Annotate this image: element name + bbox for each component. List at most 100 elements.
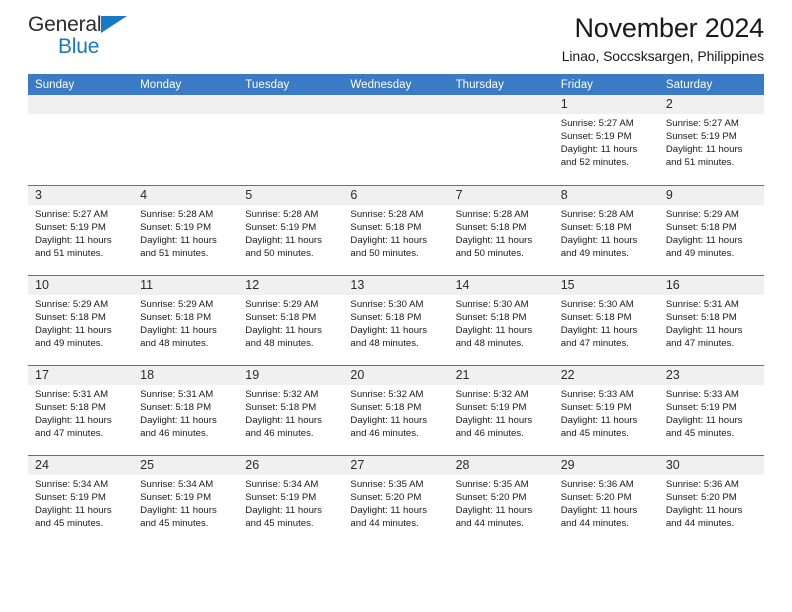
- calendar-day-cell[interactable]: 8 Sunrise: 5:28 AM Sunset: 5:18 PM Daylight…: [553, 184, 659, 275]
- triangle-mark-icon: [101, 16, 127, 33]
- sunset-text: Sunset: 5:18 PM: [665, 311, 737, 323]
- sunrise-text: Sunrise: 5:27 AM: [665, 118, 739, 129]
- day-info: Sunrise: 5:35 AM Sunset: 5:20 PM Daylight:…: [449, 475, 554, 530]
- daylight-text: Daylight: 11 hours and 51 minutes.: [35, 234, 112, 259]
- calendar-day-cell[interactable]: 9 Sunrise: 5:29 AM Sunset: 5:18 PM Daylight…: [658, 184, 764, 275]
- day-number: 20: [343, 365, 449, 385]
- sunset-text: Sunset: 5:18 PM: [245, 401, 317, 413]
- calendar-day-cell[interactable]: 3 Sunrise: 5:27 AM Sunset: 5:19 PM Daylight…: [28, 184, 134, 275]
- day-number: 3: [28, 185, 134, 205]
- calendar-day-cell[interactable]: 7 Sunrise: 5:28 AM Sunset: 5:18 PM Daylight…: [448, 184, 554, 275]
- calendar-week-row: 1 Sunrise: 5:27 AM Sunset: 5:19 PM Daylight…: [28, 95, 764, 185]
- sunset-text: Sunset: 5:19 PM: [455, 401, 527, 413]
- calendar-day-cell[interactable]: 2 Sunrise: 5:27 AM Sunset: 5:19 PM Daylight…: [658, 95, 764, 185]
- calendar-day-cell[interactable]: 29 Sunrise: 5:36 AM Sunset: 5:20 PM Dayligh…: [553, 454, 659, 545]
- day-info: Sunrise: 5:33 AM Sunset: 5:19 PM Daylight:…: [659, 385, 764, 440]
- calendar-day-cell[interactable]: 28 Sunrise: 5:35 AM Sunset: 5:20 PM Dayligh…: [448, 454, 554, 545]
- day-number: 24: [28, 455, 134, 475]
- day-info: Sunrise: 5:28 AM Sunset: 5:18 PM Daylight:…: [554, 205, 659, 260]
- calendar-day-cell[interactable]: 10 Sunrise: 5:29 AM Sunset: 5:18 PM Dayligh…: [28, 274, 134, 365]
- day-number: [448, 95, 554, 114]
- sunset-text: Sunset: 5:19 PM: [560, 401, 632, 413]
- day-info: Sunrise: 5:27 AM Sunset: 5:19 PM Daylight:…: [554, 114, 659, 169]
- weekday-header-row: Sunday Monday Tuesday Wednesday Thursday…: [28, 74, 764, 95]
- calendar-empty-cell: [133, 95, 239, 185]
- day-number: 29: [553, 455, 659, 475]
- calendar-day-cell[interactable]: 14 Sunrise: 5:30 AM Sunset: 5:18 PM Dayligh…: [448, 274, 554, 365]
- calendar-head: Sunday Monday Tuesday Wednesday Thursday…: [28, 74, 764, 95]
- calendar-day-cell[interactable]: 30 Sunrise: 5:36 AM Sunset: 5:20 PM Dayligh…: [658, 454, 764, 545]
- calendar-day-cell[interactable]: 20 Sunrise: 5:32 AM Sunset: 5:18 PM Dayligh…: [343, 364, 449, 455]
- day-info: Sunrise: 5:31 AM Sunset: 5:18 PM Daylight:…: [133, 385, 238, 440]
- day-number: 7: [448, 185, 554, 205]
- daylight-text: Daylight: 11 hours and 46 minutes.: [140, 414, 217, 439]
- sunset-text: Sunset: 5:18 PM: [350, 311, 422, 323]
- day-number: 18: [133, 365, 239, 385]
- general-blue-logo[interactable]: General Blue: [28, 10, 140, 58]
- calendar-day-cell[interactable]: 19 Sunrise: 5:32 AM Sunset: 5:18 PM Dayligh…: [238, 364, 344, 455]
- calendar-day-cell[interactable]: 13 Sunrise: 5:30 AM Sunset: 5:18 PM Dayligh…: [343, 274, 449, 365]
- sunrise-text: Sunrise: 5:33 AM: [665, 388, 739, 400]
- day-info: Sunrise: 5:30 AM Sunset: 5:18 PM Daylight:…: [554, 295, 659, 350]
- sunrise-text: Sunrise: 5:31 AM: [35, 388, 109, 400]
- calendar-day-cell[interactable]: 11 Sunrise: 5:29 AM Sunset: 5:18 PM Dayligh…: [133, 274, 239, 365]
- calendar-week-row: 24 Sunrise: 5:34 AM Sunset: 5:19 PM Dayligh…: [28, 454, 764, 545]
- day-info: Sunrise: 5:28 AM Sunset: 5:19 PM Daylight:…: [133, 205, 238, 260]
- sunset-text: Sunset: 5:18 PM: [35, 401, 106, 413]
- day-number: 27: [343, 455, 449, 475]
- calendar-day-cell[interactable]: 6 Sunrise: 5:28 AM Sunset: 5:18 PM Daylight…: [343, 184, 449, 275]
- sunrise-text: Sunrise: 5:27 AM: [35, 208, 109, 220]
- daylight-text: Daylight: 11 hours and 46 minutes.: [455, 414, 533, 439]
- daylight-text: Daylight: 11 hours and 45 minutes.: [245, 504, 322, 529]
- day-info: Sunrise: 5:27 AM Sunset: 5:19 PM Daylight:…: [28, 205, 133, 260]
- calendar-day-cell[interactable]: 22 Sunrise: 5:33 AM Sunset: 5:19 PM Dayligh…: [553, 364, 659, 455]
- day-info: Sunrise: 5:29 AM Sunset: 5:18 PM Daylight:…: [659, 205, 764, 260]
- daylight-text: Daylight: 11 hours and 50 minutes.: [245, 234, 322, 259]
- calendar-day-cell[interactable]: 16 Sunrise: 5:31 AM Sunset: 5:18 PM Dayligh…: [658, 274, 764, 365]
- day-number: [343, 95, 449, 114]
- sunset-text: Sunset: 5:20 PM: [455, 491, 527, 503]
- day-number: 4: [133, 185, 239, 205]
- calendar-day-cell[interactable]: 23 Sunrise: 5:33 AM Sunset: 5:19 PM Dayligh…: [658, 364, 764, 455]
- calendar-day-cell[interactable]: 24 Sunrise: 5:34 AM Sunset: 5:19 PM Dayligh…: [28, 454, 134, 545]
- calendar-day-cell[interactable]: 5 Sunrise: 5:28 AM Sunset: 5:19 PM Daylight…: [238, 184, 344, 275]
- day-info: Sunrise: 5:28 AM Sunset: 5:18 PM Daylight:…: [449, 205, 554, 260]
- day-number: 30: [658, 455, 764, 475]
- daylight-text: Daylight: 11 hours and 52 minutes.: [560, 144, 638, 169]
- daylight-text: Daylight: 11 hours and 48 minutes.: [455, 324, 533, 349]
- day-info: Sunrise: 5:30 AM Sunset: 5:18 PM Daylight:…: [343, 295, 448, 350]
- weekday-header-sunday: Sunday: [28, 74, 134, 95]
- day-number: 13: [343, 275, 449, 295]
- calendar-week-row: 10 Sunrise: 5:29 AM Sunset: 5:18 PM Dayligh…: [28, 274, 764, 365]
- daylight-text: Daylight: 11 hours and 45 minutes.: [140, 504, 217, 529]
- day-info: Sunrise: 5:35 AM Sunset: 5:20 PM Daylight:…: [343, 475, 448, 530]
- calendar-day-cell[interactable]: 15 Sunrise: 5:30 AM Sunset: 5:18 PM Dayligh…: [553, 274, 659, 365]
- sunrise-text: Sunrise: 5:31 AM: [140, 388, 214, 400]
- calendar-page: General Blue November 2024 Linao, Soccsk…: [0, 0, 792, 612]
- weekday-header-thursday: Thursday: [448, 74, 554, 95]
- calendar-day-cell[interactable]: 26 Sunrise: 5:34 AM Sunset: 5:19 PM Dayligh…: [238, 454, 344, 545]
- daylight-text: Daylight: 11 hours and 44 minutes.: [560, 504, 638, 529]
- calendar-day-cell[interactable]: 1 Sunrise: 5:27 AM Sunset: 5:19 PM Daylight…: [553, 95, 659, 185]
- sunrise-text: Sunrise: 5:36 AM: [560, 478, 634, 490]
- daylight-text: Daylight: 11 hours and 49 minutes.: [560, 234, 638, 259]
- sunset-text: Sunset: 5:20 PM: [350, 491, 422, 503]
- sunrise-text: Sunrise: 5:27 AM: [560, 118, 634, 129]
- daylight-text: Daylight: 11 hours and 44 minutes.: [455, 504, 533, 529]
- calendar-body: 1 Sunrise: 5:27 AM Sunset: 5:19 PM Daylight…: [28, 95, 764, 545]
- day-info: Sunrise: 5:33 AM Sunset: 5:19 PM Daylight:…: [554, 385, 659, 440]
- calendar-day-cell[interactable]: 25 Sunrise: 5:34 AM Sunset: 5:19 PM Dayligh…: [133, 454, 239, 545]
- calendar-day-cell[interactable]: 4 Sunrise: 5:28 AM Sunset: 5:19 PM Daylight…: [133, 184, 239, 275]
- sunrise-text: Sunrise: 5:30 AM: [560, 298, 634, 310]
- daylight-text: Daylight: 11 hours and 46 minutes.: [245, 414, 322, 439]
- calendar-day-cell[interactable]: 17 Sunrise: 5:31 AM Sunset: 5:18 PM Dayligh…: [28, 364, 134, 455]
- sunset-text: Sunset: 5:18 PM: [665, 221, 737, 233]
- calendar-empty-cell: [448, 95, 554, 185]
- day-info: Sunrise: 5:34 AM Sunset: 5:19 PM Daylight:…: [28, 475, 133, 530]
- calendar-day-cell[interactable]: 27 Sunrise: 5:35 AM Sunset: 5:20 PM Dayligh…: [343, 454, 449, 545]
- calendar-day-cell[interactable]: 12 Sunrise: 5:29 AM Sunset: 5:18 PM Dayligh…: [238, 274, 344, 365]
- daylight-text: Daylight: 11 hours and 50 minutes.: [350, 234, 428, 259]
- calendar-table: Sunday Monday Tuesday Wednesday Thursday…: [28, 74, 764, 545]
- calendar-day-cell[interactable]: 18 Sunrise: 5:31 AM Sunset: 5:18 PM Dayligh…: [133, 364, 239, 455]
- calendar-day-cell[interactable]: 21 Sunrise: 5:32 AM Sunset: 5:19 PM Dayligh…: [448, 364, 554, 455]
